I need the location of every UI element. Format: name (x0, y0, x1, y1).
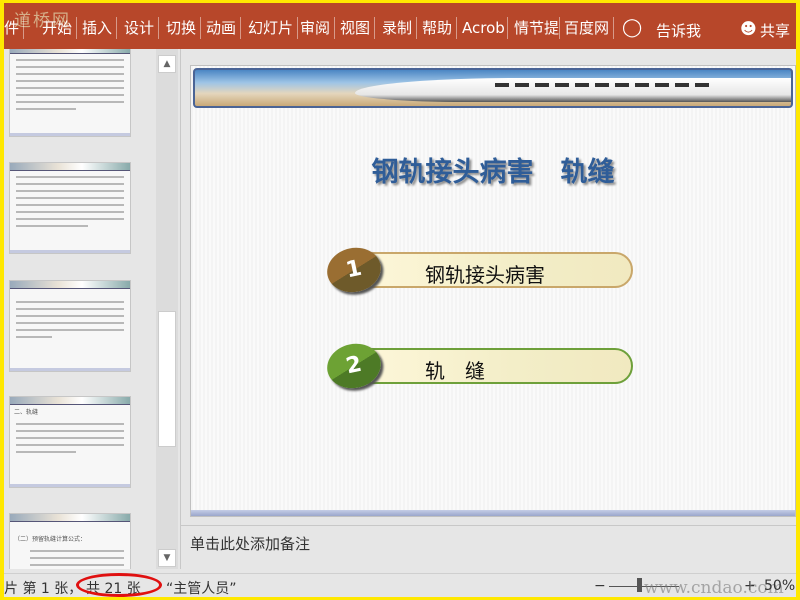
tell-me-button[interactable]: 告诉我 (656, 20, 701, 41)
slide-thumbnail[interactable] (9, 280, 131, 372)
slide-canvas[interactable]: 钢轨接头病害 轨缝 钢轨接头病害 1 轨 缝 2 (190, 65, 796, 517)
share-button[interactable]: 共享 (760, 20, 790, 41)
slide-counter: 片 第 1 张， (4, 581, 83, 597)
scroll-up-button[interactable]: ▲ (158, 55, 176, 73)
lightbulb-icon[interactable]: ◯ (622, 17, 642, 38)
slide-footer-band (191, 510, 795, 516)
tab-insert[interactable]: 插入 (78, 17, 118, 39)
slide-thumbnail[interactable]: 二、轨缝 (9, 396, 131, 488)
train-banner-image (193, 68, 793, 108)
notes-input[interactable]: 单击此处添加备注 (190, 533, 310, 554)
zoom-level[interactable]: 50% (764, 578, 795, 594)
tab-transitions[interactable]: 切换 (162, 17, 202, 39)
thumbnail-title: （二）预留轨缝计算公式： (14, 536, 87, 543)
notes-divider[interactable] (180, 525, 796, 526)
tab-acrobat[interactable]: Acrob (458, 17, 508, 39)
zoom-out-button[interactable]: − (594, 578, 606, 594)
powerpoint-window: 道桥网 件 开始 插入 设计 切换 动画 幻灯片 审阅 视图 录制 帮助 Acr… (4, 3, 796, 597)
theme-name: “主管人员” (166, 581, 237, 597)
slide-title[interactable]: 钢轨接头病害 轨缝 (191, 150, 795, 189)
scroll-down-button[interactable]: ▼ (158, 549, 176, 567)
slide-thumbnail-panel[interactable]: 二、轨缝 （二）预留轨缝计算公式： (4, 49, 156, 569)
tab-design[interactable]: 设计 (120, 17, 160, 39)
tab-view[interactable]: 视图 (336, 17, 376, 39)
slide-thumbnail[interactable] (9, 162, 131, 254)
tab-storyboard[interactable]: 情节提 (510, 17, 560, 39)
red-annotation-circle (76, 573, 162, 597)
pane-divider[interactable] (180, 49, 181, 569)
thumbnail-title: 二、轨缝 (14, 409, 39, 416)
tab-help[interactable]: 帮助 (418, 17, 458, 39)
person-add-icon[interactable]: ☻ (740, 19, 757, 38)
ribbon-tabs: 道桥网 件 开始 插入 设计 切换 动画 幻灯片 审阅 视图 录制 帮助 Acr… (4, 3, 796, 49)
tab-baidu[interactable]: 百度网 (560, 17, 615, 39)
scroll-thumb[interactable] (158, 311, 176, 447)
agenda-item-label: 轨 缝 (425, 359, 485, 383)
agenda-number-badge: 2 (323, 338, 385, 394)
agenda-item-label: 钢轨接头病害 (425, 263, 545, 287)
tab-home[interactable]: 开始 (38, 17, 78, 39)
slide-thumbnail[interactable]: （二）预留轨缝计算公式： (9, 513, 131, 569)
agenda-number-badge: 1 (323, 242, 385, 298)
tab-animations[interactable]: 动画 (202, 17, 242, 39)
zoom-slider-handle[interactable] (637, 578, 642, 592)
tab-record[interactable]: 录制 (378, 17, 418, 39)
tab-review[interactable]: 审阅 (296, 17, 336, 39)
tab-slideshow[interactable]: 幻灯片 (244, 17, 299, 39)
thumbnail-scrollbar[interactable]: ▲ ▼ (156, 49, 178, 569)
tab-file[interactable]: 件 (4, 17, 25, 39)
slide-thumbnail[interactable] (9, 49, 131, 137)
watermark-text: www.cndao.com (644, 578, 784, 597)
